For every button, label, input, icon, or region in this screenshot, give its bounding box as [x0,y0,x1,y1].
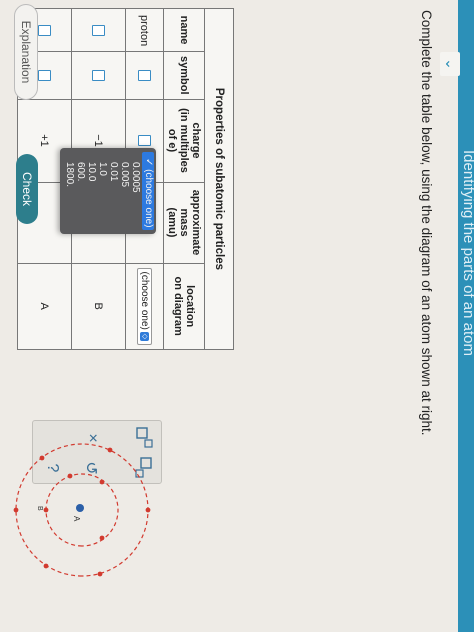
header-mass: approximate mass (amu) [163,182,205,264]
mass-dropdown-menu: ✓ (choose one) 0.0005 0.005 0.01 1.0 10.… [60,148,156,234]
label-a: A [72,516,81,522]
collapse-chevron-icon[interactable]: ⌄ [440,52,460,76]
label-b: B [36,506,43,511]
dropdown-option[interactable]: 0.005 [119,148,130,234]
electron-icon [99,479,105,485]
screen: Identifying the parts of an atom ⌄ Compl… [0,0,474,632]
electron-icon [39,455,45,461]
row1-location-select[interactable]: (choose one)◇ [137,267,152,345]
header-mass-line2: mass [178,208,190,237]
top-bar: Identifying the parts of an atom [458,0,474,632]
atom-diagram: A B [13,443,151,577]
header-charge: charge (in multiples of e) [163,99,205,183]
header-location: location on diagram [163,263,205,350]
row1-name: proton [125,8,164,52]
instruction-text: Complete the table below, using the diag… [419,10,434,436]
electron-icon [145,507,151,513]
table-title: Properties of subatomic particles [204,8,234,350]
dropdown-option-selected[interactable]: ✓ (choose one) [142,152,154,230]
dropdown-option[interactable]: 600. [75,148,86,234]
electron-icon [97,571,103,577]
page-title: Identifying the parts of an atom [460,150,474,356]
electron-icon [107,447,113,453]
row2-symbol-input[interactable] [92,69,105,81]
electron-icon [13,507,19,513]
electron-icon [99,535,105,541]
dropdown-option[interactable]: 1.0 [97,148,108,234]
row3-symbol-input[interactable] [38,69,51,81]
header-location-line1: location [184,285,196,328]
electron-icon [43,507,49,513]
row1-location-cell: (choose one)◇ [125,263,164,350]
dropdown-selected-label: (choose one) [143,169,154,228]
header-name: name [163,8,205,52]
dropdown-option[interactable]: 10.0 [86,148,97,234]
electron-icon [43,563,49,569]
nucleus-icon [76,504,84,512]
explanation-button[interactable]: Explanation [14,4,38,100]
table-header-row: name symbol charge (in multiples of e) a… [163,8,205,350]
header-location-line2: on diagram [172,276,184,336]
row2-name-cell [71,8,126,52]
row1-location-value: (choose one) [139,271,150,330]
header-mass-line3: (amu) [166,207,178,238]
header-charge-line1: charge [190,122,202,159]
header-mass-line1: approximate [190,189,202,256]
row2-location: B [71,263,126,350]
dropdown-option[interactable]: 1800. [64,148,75,234]
electron-icon [67,473,73,479]
check-button[interactable]: Check [16,154,38,224]
select-arrow-icon: ◇ [140,331,150,341]
row3-location: A [17,263,72,350]
header-charge-line2: (in multiples of e) [166,108,190,173]
dropdown-option[interactable]: 0.01 [108,148,119,234]
row2-name-input[interactable] [92,24,105,36]
row3-name-input[interactable] [38,24,51,36]
row1-charge-input[interactable] [138,135,151,147]
row1-symbol-cell [125,51,164,100]
header-symbol: symbol [163,51,205,100]
row1-symbol-input[interactable] [138,69,151,81]
row2-symbol-cell [71,51,126,100]
dropdown-option[interactable]: 0.0005 [130,148,141,234]
